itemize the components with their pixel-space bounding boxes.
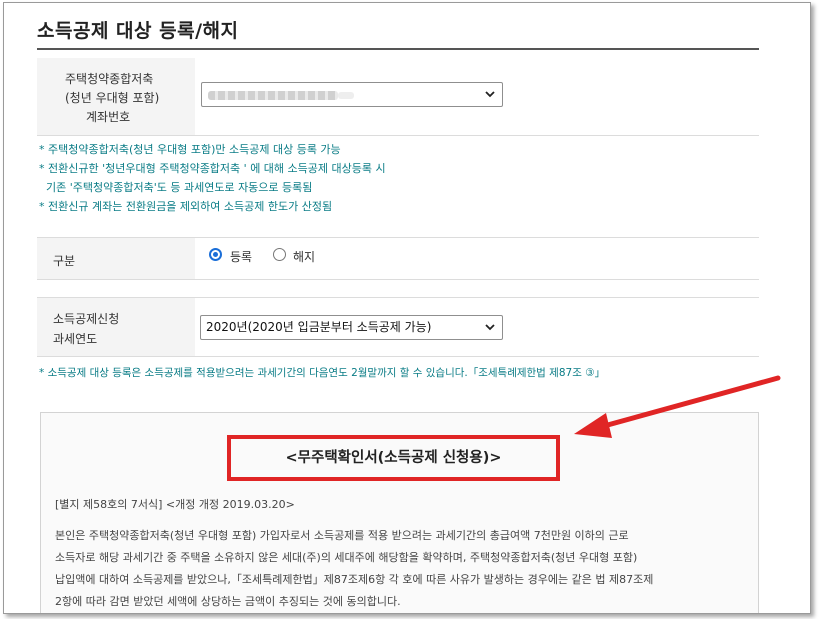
tax-year-label: 소득공제신청 과세연도 <box>37 298 195 356</box>
radio-cancel-label[interactable]: 해지 <box>293 248 315 265</box>
radio-cancel[interactable] <box>273 248 286 261</box>
certificate-body-line: 납입액에 대하여 소득공제를 받았으나,「조세특례제한법」제87조제6항 각 호… <box>55 573 654 586</box>
certificate-form-ref: [별지 제58호의 7서식] <개정 개정 2019.03.20> <box>55 498 295 511</box>
tax-year-label-line2: 과세연도 <box>53 332 98 346</box>
note-3: 기존 '주택청약종합저축'도 등 과세연도로 자동으로 등록됨 <box>39 181 313 194</box>
category-row: 구분 등록 해지 <box>37 237 759 280</box>
account-select[interactable] <box>201 82 503 107</box>
radio-register-label[interactable]: 등록 <box>230 248 252 265</box>
page-frame: 소득공제 대상 등록/해지 주택청약종합저축 (청년 우대형 포함) 계좌번호 … <box>3 2 811 614</box>
masked-account-number <box>208 91 338 100</box>
account-row: 주택청약종합저축 (청년 우대형 포함) 계좌번호 <box>37 58 759 136</box>
tax-year-select[interactable]: 2020년(2020년 입금분부터 소득공제 가능) <box>200 315 503 340</box>
chevron-down-icon <box>485 324 495 331</box>
certificate-body: 본인은 주택청약종합저축(청년 우대형 포함) 가입자로서 소득공제를 적용 받… <box>55 525 755 613</box>
chevron-down-icon <box>485 91 495 98</box>
tax-year-row: 소득공제신청 과세연도 2020년(2020년 입금분부터 소득공제 가능) <box>37 297 759 357</box>
certificate-document: <무주택확인서(소득공제 신청용)> [별지 제58호의 7서식] <개정 개정… <box>40 412 759 613</box>
category-label-text: 구분 <box>53 254 76 268</box>
account-label-line2: (청년 우대형 포함) <box>65 91 160 105</box>
account-label: 주택청약종합저축 (청년 우대형 포함) 계좌번호 <box>37 58 195 135</box>
page-title: 소득공제 대상 등록/해지 <box>37 20 239 42</box>
radio-register[interactable] <box>209 248 222 261</box>
tax-year-label-line1: 소득공제신청 <box>53 312 120 326</box>
certificate-body-line: 소득자로 해당 과세기간 중 주택을 소유하지 않은 세대(주)의 세대주에 해… <box>55 551 638 564</box>
account-label-line1: 주택청약종합저축 <box>65 72 154 86</box>
account-label-line3: 계좌번호 <box>86 110 131 124</box>
note-4: * 전환신규 계좌는 전환원금을 제외하여 소득공제 한도가 산정됨 <box>39 200 333 213</box>
certificate-body-line: 본인은 주택청약종합저축(청년 우대형 포함) 가입자로서 소득공제를 적용 받… <box>55 529 629 542</box>
certificate-title: <무주택확인서(소득공제 신청용)> <box>285 450 502 466</box>
note-bottom: * 소득공제 대상 등록은 소득공제를 적용받으려는 과세기간의 다음연도 2월… <box>39 367 606 379</box>
tax-year-selected: 2020년(2020년 입금분부터 소득공제 가능) <box>206 320 432 334</box>
masked-account-suffix <box>338 92 354 99</box>
certificate-body-line: 2항에 따라 감면 받았던 세액에 상당하는 금액이 추징되는 것에 동의합니다… <box>55 595 401 608</box>
note-1: * 주택청약종합저축(청년 우대형 포함)만 소득공제 대상 등록 가능 <box>39 143 341 156</box>
category-label: 구분 <box>37 238 195 279</box>
note-2: * 전환신규한 '청년우대형 주택청약종합저축 ' 에 대해 소득공제 대상등록… <box>39 162 386 175</box>
title-divider <box>37 48 759 50</box>
certificate-title-highlight: <무주택확인서(소득공제 신청용)> <box>227 435 560 481</box>
